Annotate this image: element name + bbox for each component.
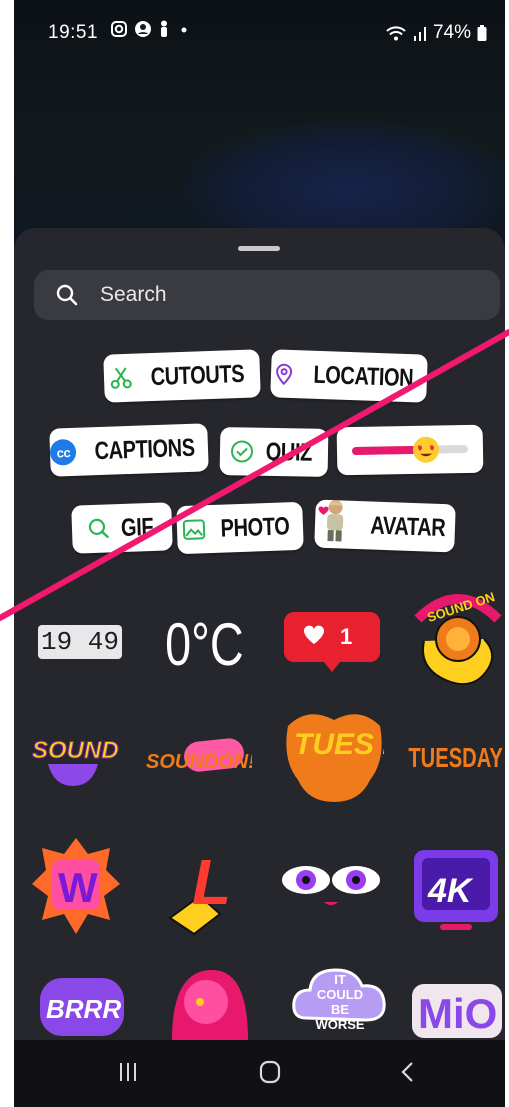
person-icon — [161, 20, 167, 37]
status-right: 74% — [385, 22, 487, 44]
battery-icon — [477, 25, 487, 41]
notification-icons — [110, 20, 190, 38]
sticker-tray: Search CUTOUTS LOCATION cc CAPTIONS QUIZ — [14, 228, 505, 1107]
like-bubble-icon — [284, 612, 380, 672]
home-icon[interactable] — [258, 1060, 282, 1084]
avatar-figure-icon — [318, 500, 344, 542]
pink-face-icon — [172, 970, 248, 1040]
sound-text: SOUND — [32, 737, 119, 764]
temperature-label: 0°C — [164, 610, 244, 678]
could-be-worse-sticker[interactable]: IT COULD BE WORSE — [290, 958, 388, 1040]
location-label: LOCATION — [312, 360, 414, 392]
wifi-icon — [386, 26, 406, 41]
tues-day-icon: TUES DAY — [286, 714, 384, 802]
search-bar[interactable]: Search — [34, 270, 500, 320]
captions-label: CAPTIONS — [94, 433, 196, 465]
mio-text: MiO — [418, 990, 497, 1037]
sound-sticker[interactable]: SOUND — [28, 724, 124, 790]
mio-icon: MiO — [412, 984, 502, 1038]
w-letter: W — [58, 864, 98, 911]
captions-sticker[interactable]: cc CAPTIONS — [49, 423, 209, 477]
avatar-label: AVATAR — [370, 511, 446, 542]
search-placeholder: Search — [100, 283, 167, 306]
quiz-label: QUIZ — [265, 437, 313, 467]
signal-icon — [413, 27, 426, 41]
check-circle-icon — [231, 440, 254, 463]
clock-sticker[interactable]: 19 49 — [30, 612, 130, 672]
tues-day-sticker[interactable]: TUES DAY — [284, 706, 384, 806]
recent-apps-icon[interactable] — [118, 1060, 138, 1084]
brrr-text: BRRR — [46, 994, 121, 1024]
phone-screen: 19:51 74% Search CUTOUTS LOCATION cc CAP… — [14, 0, 505, 1107]
pink-face-sticker[interactable] — [162, 962, 252, 1040]
navigation-bar — [14, 1040, 505, 1107]
drag-handle[interactable] — [238, 246, 280, 251]
eyes-icon — [282, 866, 380, 905]
four-k-text: 4K — [427, 872, 474, 910]
cutouts-label: CUTOUTS — [149, 359, 245, 391]
scissors-icon — [110, 367, 132, 389]
tuesday-text: TUESDAY — [408, 742, 504, 773]
sound-on-script-icon: SOUNDON! — [146, 738, 252, 773]
gif-search-icon — [88, 518, 110, 539]
clock-digits: 19 49 — [37, 625, 122, 659]
l-letter-sticker[interactable]: L — [162, 832, 258, 936]
sound-on-sticker[interactable]: SOUND ON — [409, 588, 503, 698]
back-icon[interactable] — [398, 1060, 418, 1084]
battery-percent: 74% — [432, 22, 471, 43]
brrr-sticker[interactable]: BRRR — [30, 968, 130, 1040]
like-count: 1 — [340, 624, 353, 649]
like-counter-sticker[interactable]: 1 — [280, 606, 384, 676]
dot-icon — [181, 27, 187, 33]
l-hand-icon: L — [168, 846, 231, 936]
tues-day-text: TUES DAY — [294, 728, 384, 761]
sound-on-script-sticker[interactable]: SOUNDON! — [144, 728, 252, 784]
gif-sticker[interactable]: GIF — [71, 502, 173, 554]
w-burst-icon: W — [32, 838, 120, 934]
emoji-slider-sticker[interactable] — [336, 424, 484, 476]
status-time: 19:51 — [48, 22, 99, 43]
avatar-sticker[interactable]: AVATAR — [314, 499, 456, 553]
brrr-icon: BRRR — [40, 978, 124, 1036]
account-icon — [135, 21, 151, 37]
temperature-sticker[interactable]: 0°C — [149, 604, 259, 684]
w-letter-sticker[interactable]: W — [30, 836, 122, 936]
l-letter: L — [192, 846, 231, 918]
gif-label: GIF — [120, 512, 154, 542]
location-pin-icon — [275, 363, 292, 386]
captions-icon: cc — [50, 438, 77, 466]
four-k-tv-icon: 4K — [414, 850, 498, 930]
instagram-icon — [111, 21, 127, 37]
search-icon — [56, 284, 78, 306]
sound-bowl-icon: SOUND — [32, 737, 119, 786]
location-sticker[interactable]: LOCATION — [270, 349, 428, 403]
eyes-sticker[interactable] — [278, 842, 384, 926]
status-bar: 19:51 74% — [14, 0, 505, 62]
quiz-sticker[interactable]: QUIZ — [219, 427, 329, 477]
could-be-worse-text: IT COULD BE WORSE — [315, 972, 365, 1032]
cutouts-sticker[interactable]: CUTOUTS — [103, 349, 261, 403]
sound-on-hand-icon: SOUND ON — [414, 589, 502, 685]
sound-on-script-text: SOUNDON! — [146, 751, 252, 773]
slider-icon — [352, 436, 468, 463]
photo-label: PHOTO — [220, 511, 290, 543]
mio-sticker[interactable]: MiO — [410, 980, 504, 1040]
four-k-sticker[interactable]: 4K — [410, 844, 502, 934]
photo-icon — [182, 519, 206, 540]
tuesday-sticker[interactable]: TUESDAY — [406, 738, 505, 778]
photo-sticker[interactable]: PHOTO — [176, 501, 304, 555]
